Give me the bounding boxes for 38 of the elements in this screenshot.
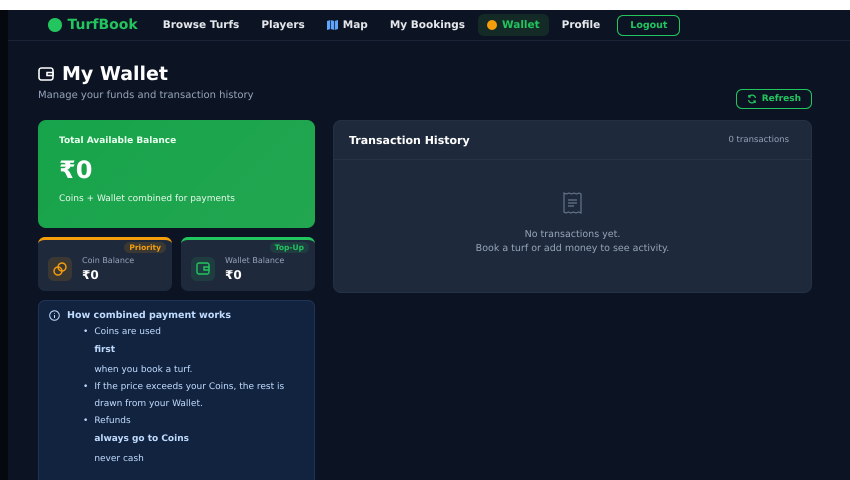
wallet-icon bbox=[38, 67, 54, 81]
brand-name[interactable]: TurfBook bbox=[68, 17, 138, 33]
info-point: If the price exceeds your Coins, the rest is drawn from your Wallet. bbox=[94, 381, 286, 411]
nav-link[interactable]: Map bbox=[318, 14, 377, 36]
refresh-icon bbox=[746, 94, 757, 104]
logout-button[interactable]: Logout bbox=[617, 14, 680, 36]
info-point: Coins are used first when you book a turf. bbox=[94, 326, 194, 377]
panel-title: Transaction History bbox=[349, 134, 470, 146]
coins-icon bbox=[53, 262, 67, 276]
balance-label: Coin Balance bbox=[82, 256, 134, 264]
bullet: • bbox=[83, 381, 88, 394]
page-subtitle: Manage your funds and transaction history bbox=[38, 90, 254, 101]
transaction-count: 0 transactions bbox=[728, 135, 789, 145]
empty-hint: Book a turf or add money to see activity. bbox=[476, 243, 670, 254]
balance-amount: ₹0 bbox=[225, 268, 243, 282]
balance-note: Coins + Wallet combined for payments bbox=[59, 194, 236, 204]
coin-icon bbox=[487, 20, 498, 30]
map-icon bbox=[326, 20, 338, 30]
info-icon bbox=[49, 310, 60, 321]
refresh-button[interactable]: Refresh bbox=[736, 89, 812, 109]
page-title: My Wallet bbox=[62, 63, 168, 85]
nav-link[interactable]: Players bbox=[252, 14, 314, 36]
balance-amount: ₹0 bbox=[82, 268, 100, 282]
nav-link[interactable]: Wallet bbox=[478, 14, 549, 36]
bullet: • bbox=[83, 415, 88, 428]
bullet: • bbox=[83, 326, 88, 339]
balance-label: Total Available Balance bbox=[59, 136, 178, 146]
balance-amount: ₹0 bbox=[59, 156, 94, 184]
empty-message: No transactions yet. bbox=[524, 229, 620, 240]
receipt-icon bbox=[563, 192, 582, 214]
info-title: How combined payment works bbox=[67, 310, 232, 321]
nav-link[interactable]: Profile bbox=[552, 14, 610, 36]
logo-icon bbox=[48, 18, 62, 32]
nav-link[interactable]: Browse Turfs bbox=[154, 14, 248, 36]
info-point: Refunds always go to Coins never cash bbox=[94, 415, 190, 466]
balance-label: Wallet Balance bbox=[225, 256, 284, 264]
wallet-icon bbox=[196, 262, 210, 275]
nav-link[interactable]: My Bookings bbox=[380, 14, 474, 36]
